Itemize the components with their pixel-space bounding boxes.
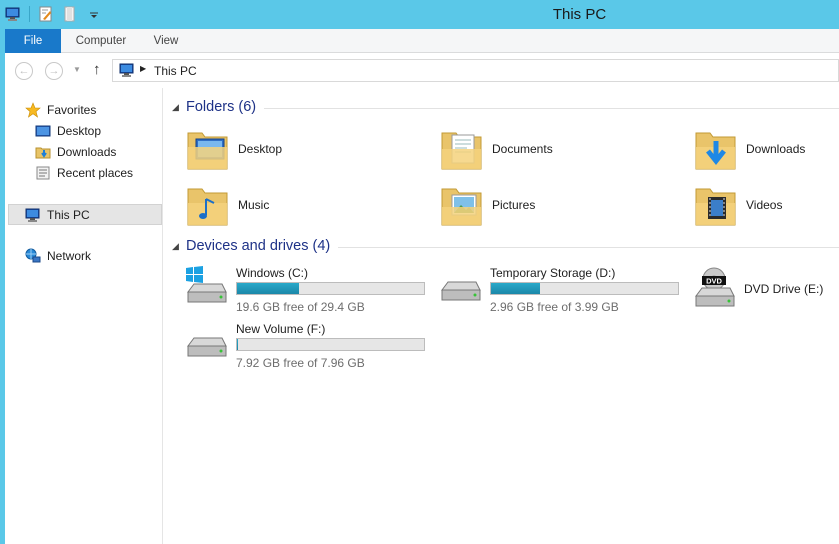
downloads-folder-icon xyxy=(35,147,51,159)
sidebar-item-recent-places[interactable]: Recent places xyxy=(35,163,133,183)
hard-drive-icon xyxy=(187,337,227,357)
drive-name: DVD Drive (E:) xyxy=(744,282,824,296)
sidebar-item-this-pc[interactable]: This PC xyxy=(8,204,162,225)
folder-label: Downloads xyxy=(746,142,806,156)
collapse-icon[interactable]: ◢ xyxy=(172,102,186,113)
sidebar-item-label: This PC xyxy=(47,207,90,222)
drive-usage-bar xyxy=(236,282,425,295)
collapse-icon[interactable]: ◢ xyxy=(172,241,186,252)
sidebar-item-downloads[interactable]: Downloads xyxy=(35,142,116,162)
drive-usage-bar xyxy=(236,338,425,351)
drive-tile-d[interactable]: Temporary Storage (D:) 2.96 GB free of 3… xyxy=(438,266,683,316)
desktop-icon xyxy=(35,125,51,137)
computer-icon xyxy=(118,63,136,81)
dvd-drive-icon: DVD xyxy=(695,267,735,307)
drive-free-space: 7.92 GB free of 7.96 GB xyxy=(236,356,365,370)
recent-places-icon xyxy=(36,166,50,180)
divider xyxy=(338,246,839,248)
folder-tile-music[interactable]: Music xyxy=(186,181,269,229)
back-button[interactable]: ← xyxy=(15,62,33,80)
sidebar-item-label: Downloads xyxy=(57,145,117,159)
divider xyxy=(264,107,839,109)
group-header-folders[interactable]: ◢ Folders (6) xyxy=(172,99,839,115)
folder-documents-icon xyxy=(441,132,482,170)
drive-usage-fill xyxy=(237,339,238,350)
sidebar-item-label: Network xyxy=(47,249,92,263)
hard-drive-icon xyxy=(441,281,481,301)
main-content: ◢ Folders (6) Desktop Documents Download… xyxy=(164,88,839,544)
dvd-label: DVD xyxy=(706,277,722,286)
folder-label: Videos xyxy=(746,198,783,212)
address-bar[interactable]: ▶ This PC xyxy=(112,59,839,82)
drive-name: New Volume (F:) xyxy=(236,322,326,336)
folder-tile-desktop[interactable]: Desktop xyxy=(186,125,282,173)
navigation-bar: ← → ▼ ↑ ▶ This PC xyxy=(5,53,839,88)
sidebar-item-desktop[interactable]: Desktop xyxy=(35,121,101,141)
drive-usage-bar xyxy=(490,282,679,295)
forward-button[interactable]: → xyxy=(45,62,63,80)
drive-usage-fill xyxy=(491,283,540,294)
folder-label: Documents xyxy=(492,142,553,156)
folder-tile-documents[interactable]: Documents xyxy=(440,125,553,173)
drive-tile-e[interactable]: DVD DVD Drive (E:) xyxy=(692,266,839,316)
network-icon xyxy=(25,248,41,263)
star-icon xyxy=(25,102,41,118)
windows-drive-icon xyxy=(186,266,227,303)
drive-free-space: 19.6 GB free of 29.4 GB xyxy=(236,300,365,314)
title-bar: This PC xyxy=(0,0,839,29)
folder-label: Desktop xyxy=(238,142,283,156)
folder-downloads-icon xyxy=(695,132,736,170)
folder-pictures-icon xyxy=(441,188,482,226)
sidebar-item-favorites[interactable]: Favorites xyxy=(25,100,96,120)
folder-tile-videos[interactable]: Videos xyxy=(694,181,782,229)
tab-file[interactable]: File xyxy=(5,29,61,53)
sidebar-item-network[interactable]: Network xyxy=(25,246,91,266)
navigation-pane: Favorites Desktop Downloads Recent place… xyxy=(5,88,163,544)
drive-tile-c[interactable]: Windows (C:) 19.6 GB free of 29.4 GB xyxy=(184,266,429,316)
recent-locations-dropdown[interactable]: ▼ xyxy=(73,65,81,74)
sidebar-item-label: Favorites xyxy=(47,103,97,117)
drive-free-space: 2.96 GB free of 3.99 GB xyxy=(490,300,619,314)
folder-tile-downloads[interactable]: Downloads xyxy=(694,125,805,173)
sidebar-item-label: Desktop xyxy=(57,124,102,138)
breadcrumb[interactable]: This PC xyxy=(154,64,197,78)
tab-view[interactable]: View xyxy=(145,29,187,53)
drive-tile-f[interactable]: New Volume (F:) 7.92 GB free of 7.96 GB xyxy=(184,322,429,372)
up-button[interactable]: ↑ xyxy=(93,61,101,78)
folder-videos-icon xyxy=(695,188,736,226)
folder-music-icon xyxy=(187,188,228,226)
tab-computer[interactable]: Computer xyxy=(73,29,129,53)
group-title: Folders (6) xyxy=(186,99,257,115)
folder-label: Pictures xyxy=(492,198,536,212)
computer-icon xyxy=(25,208,40,222)
drive-usage-fill xyxy=(237,283,299,294)
drive-name: Temporary Storage (D:) xyxy=(490,266,616,280)
breadcrumb-chevron-icon[interactable]: ▶ xyxy=(140,64,146,73)
group-title: Devices and drives (4) xyxy=(186,238,331,254)
drive-name: Windows (C:) xyxy=(236,266,309,280)
folder-label: Music xyxy=(238,198,270,212)
sidebar-item-label: Recent places xyxy=(57,166,134,180)
folder-desktop-icon xyxy=(187,132,228,170)
group-header-devices[interactable]: ◢ Devices and drives (4) xyxy=(172,238,839,254)
window-title: This PC xyxy=(552,6,607,23)
ribbon-tabs: File Computer View xyxy=(5,29,839,53)
folder-tile-pictures[interactable]: Pictures xyxy=(440,181,535,229)
